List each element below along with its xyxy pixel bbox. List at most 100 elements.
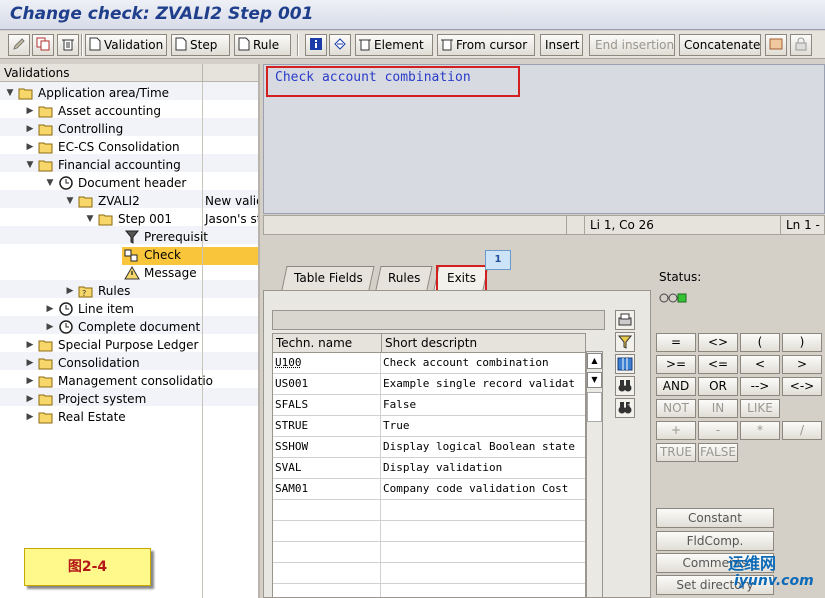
- expand-arrow-icon[interactable]: ▼: [24, 156, 36, 174]
- table-row-empty[interactable]: [273, 584, 586, 598]
- cell-techn-name: SVAL: [273, 458, 381, 479]
- table-row[interactable]: STRUE True: [273, 416, 586, 437]
- operator-equal-button[interactable]: =: [656, 333, 696, 352]
- end-insertion-button[interactable]: End insertion: [589, 34, 675, 56]
- operator-and-button[interactable]: AND: [656, 377, 696, 396]
- operator-like-button[interactable]: LIKE: [740, 399, 780, 418]
- table-row[interactable]: US001 Example single record validat: [273, 374, 586, 395]
- operator-plus-button[interactable]: +: [656, 421, 696, 440]
- operator-implies-button[interactable]: -->: [740, 377, 780, 396]
- operator-divide-button[interactable]: /: [782, 421, 822, 440]
- operator-false-button[interactable]: FALSE: [698, 443, 738, 462]
- operator-less-equal-button[interactable]: <=: [698, 355, 738, 374]
- cell-techn-name: U100: [273, 353, 381, 374]
- tree-node-label: Line item: [78, 300, 134, 318]
- layout-button[interactable]: [615, 354, 635, 374]
- constant-button[interactable]: Constant: [656, 508, 774, 528]
- status-segment: [566, 216, 584, 234]
- printer-icon: [616, 311, 634, 329]
- operator-multiply-button[interactable]: *: [740, 421, 780, 440]
- table-row-empty[interactable]: [273, 563, 586, 584]
- folder-open-icon: [78, 194, 94, 208]
- folder-icon: [38, 374, 54, 388]
- concatenate-button[interactable]: Concatenate: [679, 34, 761, 56]
- column-header-techn-name[interactable]: Techn. name: [273, 334, 382, 353]
- find-next-button[interactable]: +: [615, 398, 635, 418]
- operator-minus-button[interactable]: -: [698, 421, 738, 440]
- collapse-arrow-icon[interactable]: ▶: [44, 300, 56, 318]
- print-button[interactable]: [615, 310, 635, 330]
- tab-rules[interactable]: Rules: [375, 266, 432, 290]
- operator-or-button[interactable]: OR: [698, 377, 738, 396]
- table-row[interactable]: SSHOW Display logical Boolean state: [273, 437, 586, 458]
- validation-button[interactable]: Validation: [85, 34, 167, 56]
- table-row[interactable]: SVAL Display validation: [273, 458, 586, 479]
- operator-greater-equal-button[interactable]: >=: [656, 355, 696, 374]
- field-comparison-button[interactable]: FldComp.: [656, 531, 774, 551]
- operator-not-button[interactable]: NOT: [656, 399, 696, 418]
- tree-node-label: Document header: [78, 174, 186, 192]
- collapse-arrow-icon[interactable]: ▶: [24, 354, 36, 372]
- edit-pencil-button[interactable]: [8, 34, 30, 56]
- watermark-text: 运维网: [728, 550, 776, 574]
- scroll-thumb[interactable]: [587, 392, 602, 422]
- delete-element-button[interactable]: Element: [355, 34, 433, 56]
- table-title-bar: [272, 310, 605, 330]
- collapse-arrow-icon[interactable]: ▶: [24, 138, 36, 156]
- status-lights-icon: [659, 292, 689, 304]
- table-row-empty[interactable]: [273, 521, 586, 542]
- table-row-empty[interactable]: [273, 500, 586, 521]
- split-button[interactable]: [765, 34, 787, 56]
- tab-table-fields[interactable]: Table Fields: [281, 266, 374, 290]
- table-row[interactable]: SFALS False: [273, 395, 586, 416]
- vertical-scrollbar[interactable]: ▲ ▼: [586, 351, 603, 598]
- filter-button[interactable]: [615, 332, 635, 352]
- operator-not-equal-button[interactable]: <>: [698, 333, 738, 352]
- collapse-arrow-icon[interactable]: ▶: [24, 390, 36, 408]
- tab-label: Table Fields: [294, 267, 363, 289]
- info-button[interactable]: [305, 34, 327, 56]
- operator-right-paren-button[interactable]: ): [782, 333, 822, 352]
- table-row[interactable]: U100 Check account combination: [273, 353, 586, 374]
- collapse-arrow-icon[interactable]: ▶: [24, 120, 36, 138]
- find-button[interactable]: [615, 376, 635, 396]
- expand-arrow-icon[interactable]: ▼: [4, 84, 16, 102]
- column-header-short-description[interactable]: Short descriptn: [382, 334, 586, 353]
- operator-less-than-button[interactable]: <: [740, 355, 780, 374]
- folder-open-icon: [98, 212, 114, 226]
- columns-icon: [616, 355, 634, 373]
- rule-button[interactable]: Rule: [234, 34, 291, 56]
- rules-folder-icon: ?: [78, 284, 94, 298]
- watermark-url: iyunv.com: [734, 573, 814, 589]
- scroll-up-icon[interactable]: ▲: [587, 353, 602, 369]
- collapse-arrow-icon[interactable]: ▶: [24, 408, 36, 426]
- delete-from-cursor-button[interactable]: From cursor: [437, 34, 535, 56]
- insert-button[interactable]: Insert: [540, 34, 583, 56]
- copy-button[interactable]: [32, 34, 54, 56]
- delete-button[interactable]: [57, 34, 79, 56]
- transfer-button[interactable]: [329, 34, 351, 56]
- collapse-arrow-icon[interactable]: ▶: [64, 282, 76, 300]
- expand-arrow-icon[interactable]: ▼: [64, 192, 76, 210]
- collapse-arrow-icon[interactable]: ▶: [24, 372, 36, 390]
- collapse-arrow-icon[interactable]: ▶: [24, 336, 36, 354]
- table-row-empty[interactable]: [273, 542, 586, 563]
- operator-in-button[interactable]: IN: [698, 399, 738, 418]
- scroll-down-icon[interactable]: ▼: [587, 372, 602, 388]
- lock-button[interactable]: [790, 34, 812, 56]
- expand-arrow-icon[interactable]: ▼: [84, 210, 96, 228]
- table-row[interactable]: SAM01 Company code validation Cost: [273, 479, 586, 500]
- collapse-arrow-icon[interactable]: ▶: [44, 318, 56, 336]
- cell-techn-name: SFALS: [273, 395, 381, 416]
- folder-icon: [38, 392, 54, 406]
- operator-left-paren-button[interactable]: (: [740, 333, 780, 352]
- operator-equivalent-button[interactable]: <->: [782, 377, 822, 396]
- operator-true-button[interactable]: TRUE: [656, 443, 696, 462]
- expand-arrow-icon[interactable]: ▼: [44, 174, 56, 192]
- operator-greater-than-button[interactable]: >: [782, 355, 822, 374]
- tree-node-label: Controlling: [58, 120, 123, 138]
- folder-open-icon: [18, 86, 34, 100]
- concatenate-label: Concatenate: [684, 35, 760, 55]
- collapse-arrow-icon[interactable]: ▶: [24, 102, 36, 120]
- step-button[interactable]: Step: [171, 34, 230, 56]
